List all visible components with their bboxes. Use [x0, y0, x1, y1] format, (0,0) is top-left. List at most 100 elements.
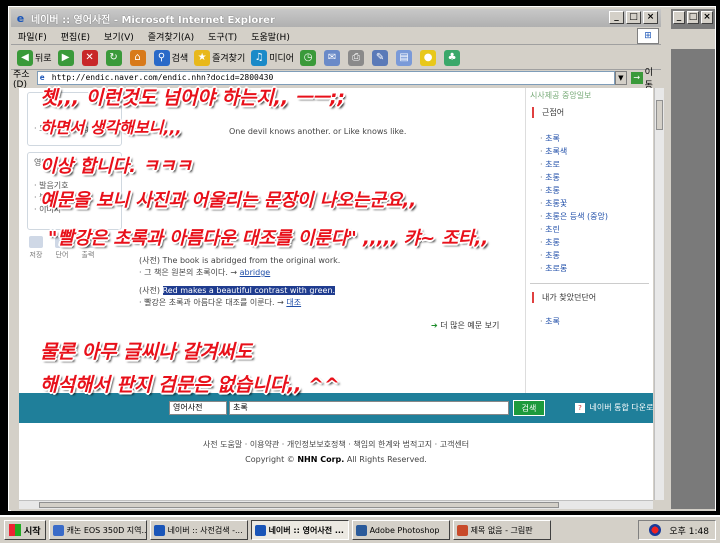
- refresh-button[interactable]: ↻: [105, 49, 124, 66]
- mail-button[interactable]: ✉: [324, 49, 342, 66]
- search-button[interactable]: ⚲ 검색: [153, 49, 189, 66]
- recent-word[interactable]: 초록: [540, 315, 653, 328]
- home-button[interactable]: ⌂: [129, 49, 148, 66]
- related-word[interactable]: 초록색: [540, 145, 653, 158]
- title-bar[interactable]: e 네이버 :: 영어사전 - Microsoft Internet Explo…: [11, 9, 661, 27]
- related-word[interactable]: 초로롱: [540, 262, 653, 275]
- back-label: 뒤로: [35, 54, 52, 64]
- example-2-translation: · 빨강은 초록과 아름다운 대조를 이룬다. → 대조: [139, 297, 301, 308]
- related-words-list: 초록 초록색 초로 초롱 초롱 초롱꽃 초롱은 등색 (중앙) 초린 초롱 초롱…: [540, 132, 653, 275]
- related-word[interactable]: 초린: [540, 223, 653, 236]
- bg-minimize-button[interactable]: _: [673, 11, 685, 24]
- related-word[interactable]: 초롱: [540, 184, 653, 197]
- menu-view[interactable]: 보기(V): [97, 30, 141, 43]
- minimize-button[interactable]: _: [609, 11, 624, 24]
- background-window[interactable]: _ □ ×: [669, 9, 715, 509]
- star-icon: ★: [194, 49, 211, 66]
- vertical-scrollbar[interactable]: [654, 88, 664, 500]
- related-word[interactable]: 초록: [540, 132, 653, 145]
- task-list: 캐논 EOS 350D 지역... 네이버 :: 사전검색 -... 네이버 :: …: [46, 520, 551, 540]
- taskbar: 시작 캐논 EOS 350D 지역... 네이버 :: 사전검색 -... 네이버 …: [0, 515, 720, 543]
- print-icon: ⎙: [348, 49, 365, 66]
- window-controls: _ □ ×: [609, 11, 658, 24]
- taskbar-button[interactable]: 제목 없음 - 그림판: [452, 520, 551, 540]
- example-1-link[interactable]: abridge: [240, 268, 271, 277]
- example-1-label: (사전): [139, 256, 160, 265]
- search-label: 검색: [171, 54, 189, 64]
- overlay-line-5: "빨강은 초록과 아름다운 대조를 이룬다" ,,,,, 캬~ 조타,,: [48, 228, 489, 249]
- print-button[interactable]: ⎙: [348, 49, 366, 66]
- overlay-line-7: 해석해서 판지 검문은 없습니다,, ^^: [40, 374, 340, 396]
- horizontal-scroll-thumb[interactable]: [39, 502, 559, 508]
- menu-favorites[interactable]: 즐겨찾기(A): [141, 30, 201, 43]
- save-tool[interactable]: 저장: [27, 236, 45, 260]
- messenger-button[interactable]: ●: [420, 49, 438, 66]
- copyright-prefix: Copyright ©: [245, 455, 295, 464]
- discuss-icon: ▤: [396, 49, 413, 66]
- dictionary-select[interactable]: 영어사전: [169, 401, 227, 415]
- taskbar-button[interactable]: 네이버 :: 영어사전 ...: [250, 520, 349, 540]
- research-button[interactable]: ♣: [444, 49, 462, 66]
- search-input[interactable]: 초록: [229, 401, 509, 415]
- lightbulb-icon: ●: [420, 49, 437, 66]
- overlay-line-3: 이상 합니다. ㅋㅋㅋ: [40, 156, 192, 177]
- browser-window: e 네이버 :: 영어사전 - Microsoft Internet Explo…: [8, 6, 716, 511]
- close-button[interactable]: ×: [643, 11, 658, 24]
- download-label: 네이버 통합 다운로드: [589, 403, 653, 412]
- related-word[interactable]: 초롱: [540, 236, 653, 249]
- menu-tools[interactable]: 도구(T): [201, 30, 244, 43]
- related-word[interactable]: 초롱: [540, 249, 653, 262]
- related-word[interactable]: 초롱은 등색 (중앙): [540, 210, 653, 223]
- favorites-label: 즐겨찾기: [212, 54, 246, 64]
- media-label: 미디어: [269, 54, 295, 64]
- app-icon: [456, 524, 468, 536]
- stop-icon: ✕: [81, 49, 98, 66]
- taskbar-button[interactable]: 네이버 :: 사전검색 -...: [149, 520, 248, 540]
- related-word[interactable]: 초로: [540, 158, 653, 171]
- download-icon: ?: [575, 403, 585, 413]
- search-submit-button[interactable]: 검색: [513, 400, 545, 416]
- home-icon: ⌂: [129, 49, 146, 66]
- word-tool-label: 단어: [55, 251, 69, 259]
- history-button[interactable]: ◷: [300, 49, 318, 66]
- menu-edit[interactable]: 편집(E): [54, 30, 97, 43]
- edit-icon: ✎: [372, 49, 389, 66]
- footer-links[interactable]: 사전 도움말 · 이용약관 · 개인정보보호정책 · 책임의 한계와 법적고지 …: [19, 439, 653, 450]
- related-word[interactable]: 초롱: [540, 171, 653, 184]
- address-label: 주소(D): [13, 69, 30, 90]
- menu-file[interactable]: 파일(F): [11, 30, 54, 43]
- start-button[interactable]: 시작: [4, 520, 46, 540]
- maximize-button[interactable]: □: [626, 11, 641, 24]
- windows-flag-icon: [9, 524, 21, 536]
- clock: 오후 1:48: [669, 526, 709, 537]
- download-link[interactable]: ? 네이버 통합 다운로드: [575, 402, 653, 413]
- address-dropdown-button[interactable]: ▼: [614, 71, 627, 85]
- back-button[interactable]: ◀ 뒤로: [17, 49, 52, 66]
- more-examples-link[interactable]: ➔ 더 많은 예문 보기: [431, 320, 499, 331]
- taskbar-button[interactable]: 캐논 EOS 350D 지역...: [48, 520, 147, 540]
- people-icon: ♣: [444, 49, 461, 66]
- example-2-link[interactable]: 대조: [286, 298, 301, 307]
- edit-button[interactable]: ✎: [372, 49, 390, 66]
- go-arrow-icon: →: [630, 72, 643, 84]
- taskbar-button-label: Adobe Photoshop: [369, 525, 440, 535]
- menu-help[interactable]: 도움말(H): [244, 30, 297, 43]
- background-window-controls: _ □ ×: [673, 11, 713, 24]
- bg-maximize-button[interactable]: □: [687, 11, 699, 24]
- bg-close-button[interactable]: ×: [701, 11, 713, 24]
- taskbar-button-label: 네이버 :: 영어사전 ...: [268, 525, 344, 535]
- forward-arrow-icon: ▶: [57, 49, 74, 66]
- related-word[interactable]: 초롱꽃: [540, 197, 653, 210]
- back-arrow-icon: ◀: [17, 49, 33, 66]
- language-icon[interactable]: [649, 524, 662, 536]
- discuss-button[interactable]: ▤: [396, 49, 414, 66]
- vertical-scroll-thumb[interactable]: [656, 100, 663, 130]
- stop-button[interactable]: ✕: [81, 49, 100, 66]
- taskbar-button[interactable]: Adobe Photoshop: [351, 520, 450, 540]
- horizontal-scrollbar[interactable]: [19, 500, 653, 509]
- forward-button[interactable]: ▶: [57, 49, 76, 66]
- favorites-button[interactable]: ★ 즐겨찾기: [194, 49, 246, 66]
- media-button[interactable]: ♫ 미디어: [251, 49, 295, 66]
- search-bar: 영어사전 초록 검색 ? 네이버 통합 다운로드: [19, 393, 653, 423]
- overlay-line-4: 예문을 보니 사진과 어울리는 문장이 나오는군요,,: [40, 190, 417, 211]
